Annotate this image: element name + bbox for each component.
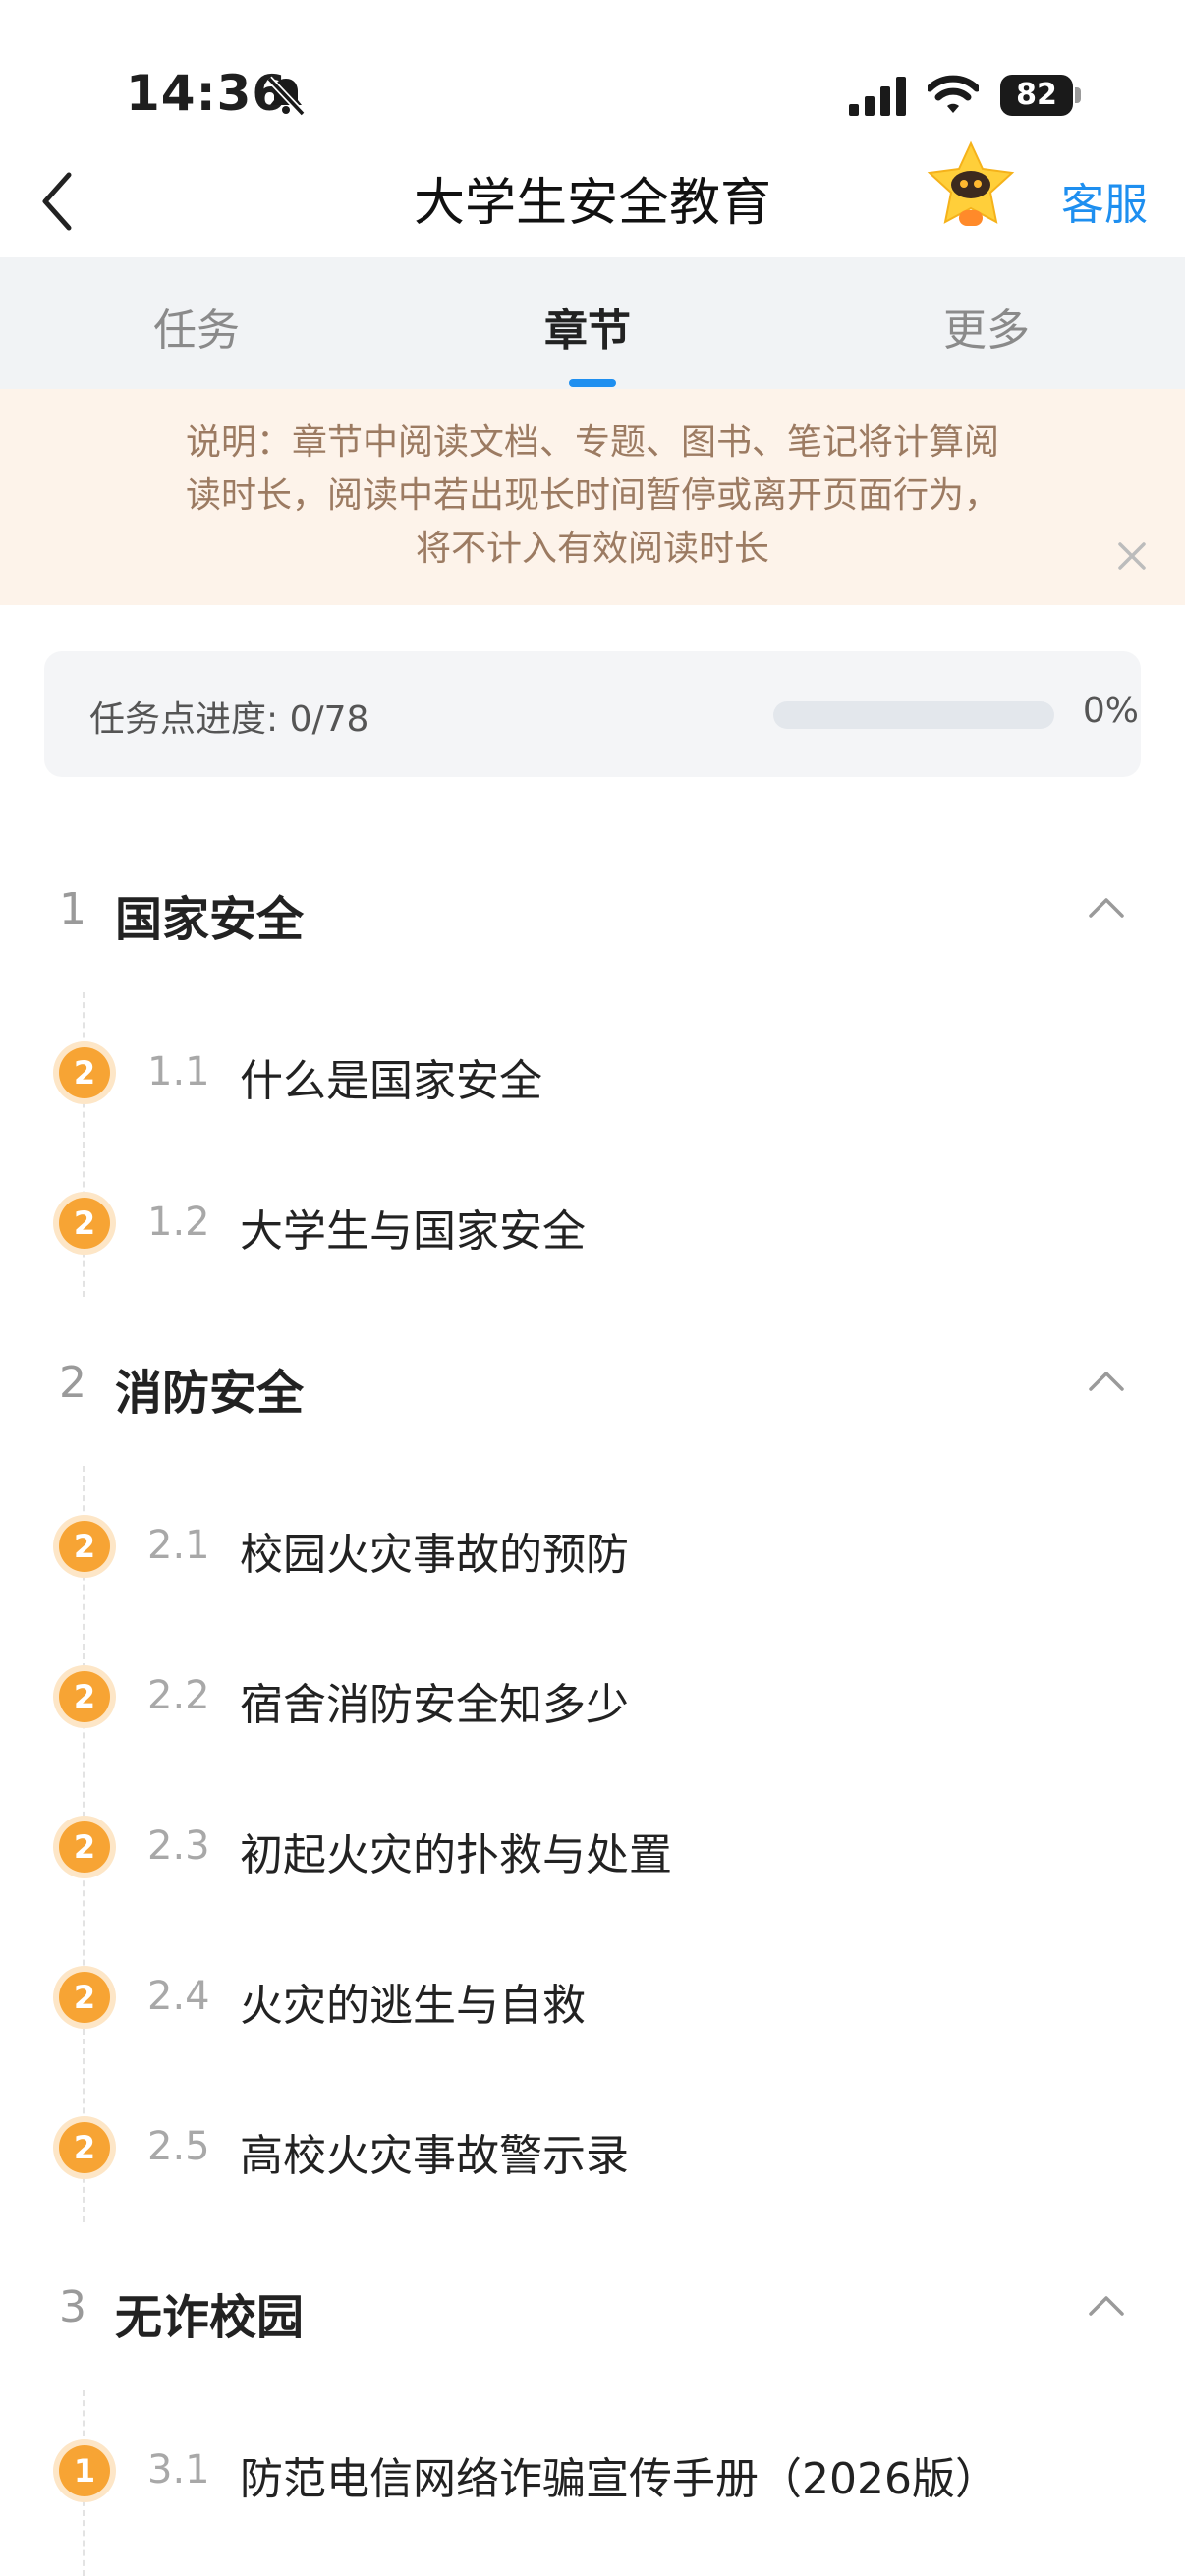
section-number: 2.2 <box>147 1673 210 1718</box>
section-item-1-1[interactable]: 2 1.1 什么是国家安全 <box>0 1026 1185 1124</box>
chapter-header-3[interactable]: 3 无诈校园 <box>0 2259 1185 2357</box>
chapter-number: 2 <box>59 1358 86 1408</box>
chapter-title: 无诈校园 <box>115 2290 305 2345</box>
section-item-2-2[interactable]: 2 2.2 宿舍消防安全知多少 <box>0 1650 1185 1748</box>
task-progress-card: 任务点进度: 0/78 0% <box>44 651 1141 777</box>
task-count-badge: 2 <box>59 1521 110 1572</box>
active-tab-indicator <box>569 379 616 387</box>
section-number: 2.1 <box>147 1523 210 1568</box>
section-title: 高校火灾事故警示录 <box>240 2131 629 2181</box>
task-count-badge: 2 <box>59 1198 110 1249</box>
section-number: 2.5 <box>147 2124 210 2169</box>
battery-tip <box>1075 87 1081 103</box>
tab-tasks[interactable]: 任务 <box>153 295 240 358</box>
section-item-2-1[interactable]: 2 2.1 校园火灾事故的预防 <box>0 1499 1185 1597</box>
notice-banner: 说明：章节中阅读文档、专题、图书、笔记将计算阅 读时长，阅读中若出现长时间暂停或… <box>0 389 1185 605</box>
task-count-badge: 2 <box>59 1972 110 2023</box>
progress-label: 任务点进度: 0/78 <box>89 700 369 740</box>
customer-service-link[interactable]: 客服 <box>1061 169 1148 232</box>
section-item-2-4[interactable]: 2 2.4 火灾的逃生与自救 <box>0 1950 1185 2048</box>
section-title: 什么是国家安全 <box>240 1056 542 1106</box>
close-icon[interactable] <box>1112 536 1152 576</box>
chapter-title: 国家安全 <box>115 892 305 947</box>
chapter-title: 消防安全 <box>115 1366 305 1421</box>
task-count-badge: 2 <box>59 1821 110 1873</box>
bell-slash-icon <box>266 76 306 117</box>
section-title: 初起火灾的扑救与处置 <box>240 1830 672 1880</box>
chevron-up-icon[interactable] <box>1085 2290 1128 2320</box>
section-item-2-3[interactable]: 2 2.3 初起火灾的扑救与处置 <box>0 1800 1185 1898</box>
notice-line-1: 说明：章节中阅读文档、专题、图书、笔记将计算阅 <box>185 422 999 463</box>
notice-line-2: 读时长，阅读中若出现长时间暂停或离开页面行为， <box>185 476 999 516</box>
task-count-badge: 2 <box>59 1047 110 1098</box>
section-item-1-2[interactable]: 2 1.2 大学生与国家安全 <box>0 1176 1185 1274</box>
wifi-icon <box>928 75 979 113</box>
tab-chapters[interactable]: 章节 <box>544 295 631 358</box>
tab-bar: 任务 章节 更多 <box>0 257 1185 389</box>
chapter-header-2[interactable]: 2 消防安全 <box>0 1334 1185 1432</box>
task-count-badge: 2 <box>59 2122 110 2173</box>
chevron-up-icon[interactable] <box>1085 1366 1128 1395</box>
section-title: 火灾的逃生与自救 <box>240 1981 586 2031</box>
task-count-badge: 1 <box>59 2445 110 2496</box>
progress-percent: 0% <box>1082 691 1139 731</box>
chapter-number: 1 <box>59 884 86 934</box>
progress-bar <box>773 701 1054 729</box>
task-count-badge: 2 <box>59 1671 110 1722</box>
section-title: 大学生与国家安全 <box>240 1206 586 1257</box>
section-title: 校园火灾事故的预防 <box>240 1530 629 1580</box>
status-bar: 14:36 82 <box>0 0 1185 147</box>
signal-icon <box>849 77 906 116</box>
notice-text: 说明：章节中阅读文档、专题、图书、笔记将计算阅 读时长，阅读中若出现长时间暂停或… <box>147 417 1038 576</box>
nav-bar: 大学生安全教育 客服 <box>0 140 1185 257</box>
chapter-number: 3 <box>59 2282 86 2332</box>
section-number: 1.2 <box>147 1200 210 1245</box>
section-title: 防范电信网络诈骗宣传手册（2026版） <box>240 2454 998 2504</box>
chapter-header-1[interactable]: 1 国家安全 <box>0 861 1185 959</box>
section-item-2-5[interactable]: 2 2.5 高校火灾事故警示录 <box>0 2100 1185 2199</box>
section-number: 2.3 <box>147 1823 210 1869</box>
chevron-up-icon[interactable] <box>1085 892 1128 922</box>
star-mascot-icon[interactable] <box>924 140 1018 238</box>
section-number: 3.1 <box>147 2447 210 2492</box>
section-number: 2.4 <box>147 1974 210 2019</box>
section-title: 宿舍消防安全知多少 <box>240 1680 629 1730</box>
section-item-3-1[interactable]: 1 3.1 防范电信网络诈骗宣传手册（2026版） <box>0 2424 1185 2522</box>
notice-line-3: 将不计入有效阅读时长 <box>415 529 769 569</box>
battery-icon: 82 <box>1000 75 1073 116</box>
section-number: 1.1 <box>147 1049 210 1094</box>
tab-more[interactable]: 更多 <box>943 295 1030 358</box>
